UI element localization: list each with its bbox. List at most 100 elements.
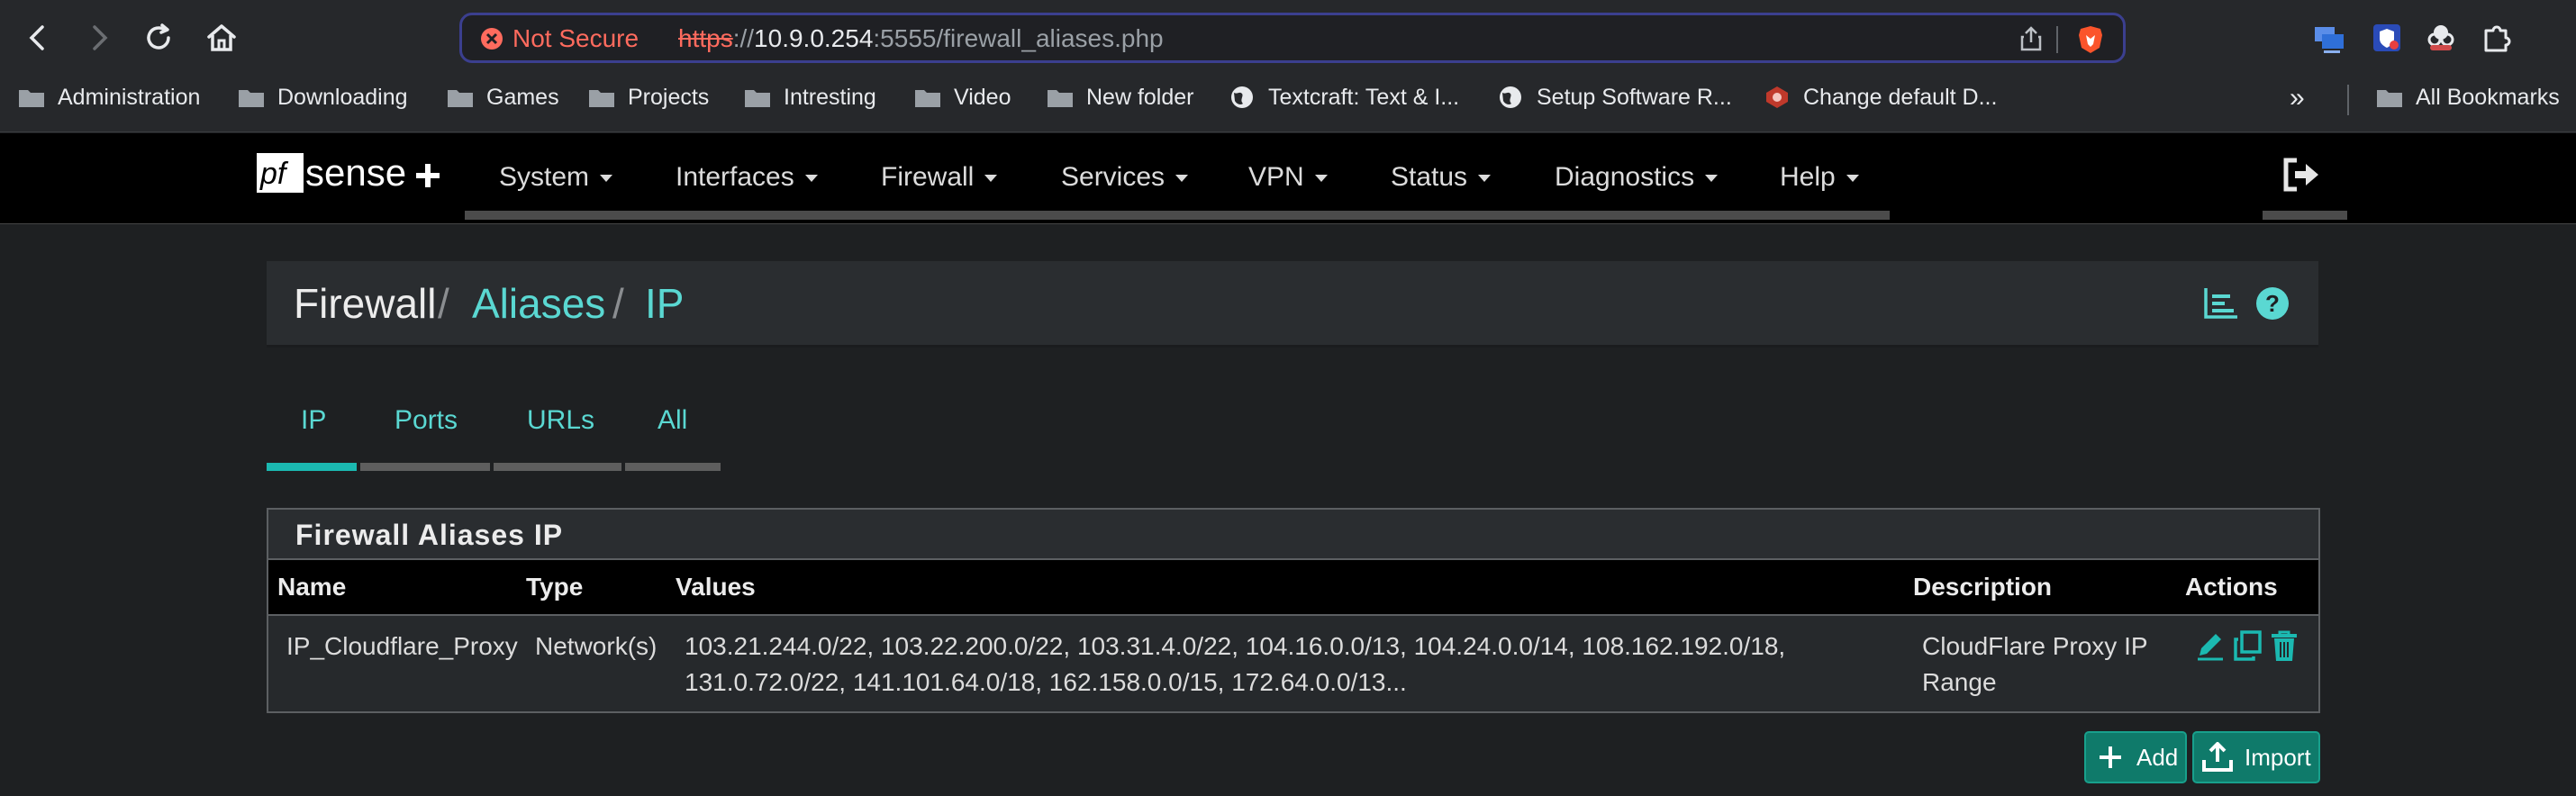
address-bar[interactable]: Not Secure https://10.9.0.254:5555/firew… [459, 13, 2126, 63]
back-button[interactable] [20, 20, 56, 56]
nav-label: VPN [1248, 162, 1304, 192]
bookmark-video[interactable]: Video [914, 79, 1011, 115]
caret-down-icon [1846, 175, 1859, 183]
bookmark-label: New folder [1086, 84, 1194, 110]
bookmark-label: Video [954, 84, 1011, 110]
caret-down-icon [600, 175, 613, 183]
help-icon[interactable]: ? [2255, 286, 2290, 321]
alias-values: 103.21.244.0/22, 103.22.200.0/22, 103.31… [685, 629, 1882, 701]
bookmark-change-default[interactable]: Change default D... [1764, 79, 1997, 115]
alias-type: Network(s) [535, 632, 658, 660]
caret-down-icon [984, 175, 998, 183]
bookmark-all-bookmarks[interactable]: All Bookmarks [2376, 79, 2560, 115]
browser-chrome: Not Secure https://10.9.0.254:5555/firew… [0, 0, 2576, 132]
folder-icon [1048, 90, 1073, 107]
site-icon [1766, 86, 1788, 108]
nav-help[interactable]: Help [1780, 162, 1859, 193]
breadcrumb: Firewall / Aliases / IP ? [267, 261, 2318, 348]
tab-all[interactable]: All [658, 405, 687, 436]
warning-icon [481, 28, 503, 50]
bookmark-label: Textcraft: Text & I... [1268, 84, 1460, 110]
alias-description-line: CloudFlare Proxy IP [1922, 632, 2148, 660]
column-values[interactable]: Values [676, 573, 756, 602]
extensions-puzzle-icon[interactable] [2479, 20, 2515, 56]
alias-name: IP_Cloudflare_Proxy [286, 632, 518, 660]
nav-label: Help [1780, 162, 1836, 192]
tab-ip[interactable]: IP [301, 405, 326, 436]
tab-ports-indicator [360, 463, 490, 471]
upload-icon [2202, 742, 2233, 772]
breadcrumb-aliases[interactable]: Aliases [472, 279, 605, 328]
svg-text:pf: pf [259, 157, 289, 191]
tab-urls[interactable]: URLs [527, 405, 594, 436]
share-icon[interactable] [2018, 26, 2044, 51]
logout-icon[interactable] [2282, 157, 2322, 193]
nav-status[interactable]: Status [1391, 162, 1492, 193]
alias-values-line: 103.21.244.0/22, 103.22.200.0/22, 103.31… [685, 632, 1786, 660]
breadcrumb-ip[interactable]: IP [645, 279, 684, 328]
alias-description-line: Range [1922, 668, 1997, 696]
folder-icon [2377, 90, 2402, 107]
bookmark-setup-software[interactable]: Setup Software R... [1497, 79, 1732, 115]
home-button[interactable] [204, 20, 240, 56]
nav-diagnostics[interactable]: Diagnostics [1555, 162, 1719, 193]
pfsense-plus-logo[interactable]: pf sense [257, 148, 448, 198]
add-button[interactable]: Add [2084, 731, 2187, 783]
svg-text:sense: sense [305, 151, 406, 194]
nav-system[interactable]: System [499, 162, 613, 193]
alias-values-line: 131.0.72.0/22, 141.101.64.0/18, 162.158.… [685, 668, 1407, 696]
bookmark-projects[interactable]: Projects [588, 79, 709, 115]
column-description[interactable]: Description [1913, 573, 2052, 602]
url-text[interactable]: https://10.9.0.254:5555/firewall_aliases… [678, 24, 1164, 53]
extension-screen-icon[interactable] [2311, 20, 2347, 56]
reload-icon [147, 23, 170, 50]
column-type[interactable]: Type [526, 573, 583, 602]
column-name[interactable]: Name [277, 573, 346, 602]
bookmark-textcraft[interactable]: Textcraft: Text & I... [1229, 79, 1459, 115]
extension-glasses-icon[interactable] [2423, 20, 2459, 56]
bookmark-downloading[interactable]: Downloading [238, 79, 408, 115]
nav-label: System [499, 162, 590, 192]
caret-down-icon [1478, 175, 1492, 183]
tab-all-indicator [625, 463, 721, 471]
tab-ports[interactable]: Ports [395, 405, 458, 436]
caret-down-icon [1705, 175, 1719, 183]
bookmark-label: Projects [628, 84, 710, 110]
url-host: 10.9.0.254 [754, 24, 874, 52]
tab-urls-indicator [494, 463, 621, 471]
folder-icon [448, 90, 473, 107]
nav-services[interactable]: Services [1061, 162, 1189, 193]
copy-icon[interactable] [2232, 629, 2264, 665]
table-row[interactable]: IP_Cloudflare_Proxy Network(s) 103.21.24… [268, 616, 2318, 711]
bookmark-new-folder[interactable]: New folder [1047, 79, 1194, 115]
bookmark-intresting[interactable]: Intresting [744, 79, 876, 115]
delete-trash-icon[interactable] [2268, 629, 2300, 665]
bookmark-administration[interactable]: Administration [18, 79, 200, 115]
edit-pencil-icon[interactable] [2194, 629, 2227, 665]
forward-icon [93, 25, 108, 50]
reload-button[interactable] [141, 20, 177, 56]
caret-down-icon [1314, 175, 1328, 183]
extension-shield-icon[interactable] [2369, 20, 2405, 56]
folder-icon [589, 90, 614, 107]
security-label[interactable]: Not Secure [512, 24, 639, 53]
forward-button[interactable] [81, 20, 117, 56]
nav-interfaces[interactable]: Interfaces [676, 162, 818, 193]
brave-shield-icon[interactable] [2076, 24, 2105, 55]
back-icon [29, 25, 44, 50]
url-path: :5555/firewall_aliases.php [873, 24, 1164, 52]
caret-down-icon [804, 175, 818, 183]
logout-underline [2263, 211, 2347, 220]
bar-chart-icon[interactable] [2203, 286, 2239, 321]
nav-firewall[interactable]: Firewall [881, 162, 998, 193]
globe-icon [1231, 86, 1253, 108]
nav-vpn[interactable]: VPN [1248, 162, 1328, 193]
panel-heading: Firewall Aliases IP [268, 510, 2318, 560]
bookmark-games[interactable]: Games [447, 79, 559, 115]
bookmarks-overflow-button[interactable]: » [2290, 83, 2305, 113]
nav-underline [465, 211, 1890, 220]
nav-label: Firewall [881, 162, 975, 192]
url-divider [2056, 26, 2058, 53]
import-button[interactable]: Import [2192, 731, 2320, 783]
folder-icon [745, 90, 770, 107]
